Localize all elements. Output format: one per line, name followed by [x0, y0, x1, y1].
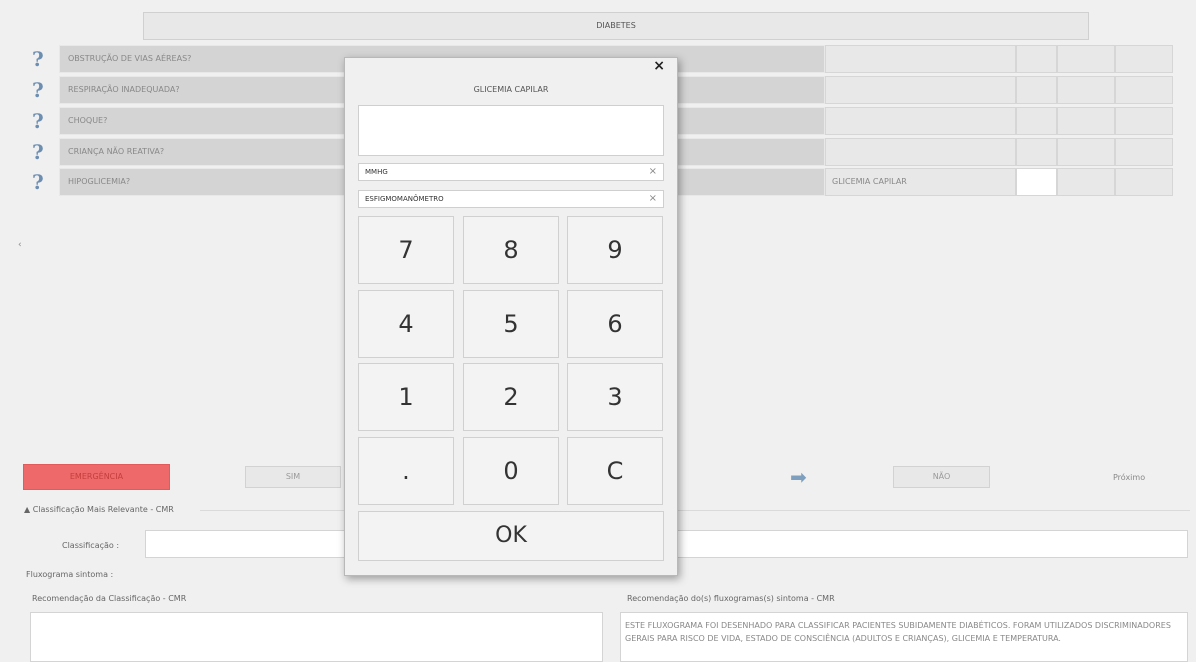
device-value: ESFIGMOMANÔMETRO — [365, 195, 444, 203]
key-decimal[interactable]: . — [358, 437, 454, 505]
key-clear[interactable]: C — [567, 437, 663, 505]
next-link[interactable]: Próximo — [1113, 473, 1145, 482]
option-cell[interactable] — [1016, 138, 1057, 166]
arrow-right-icon: ➡ — [790, 465, 807, 489]
question-icon[interactable]: ? — [32, 47, 44, 71]
rec-flux-label: Recomendação do(s) fluxogramas(s) sintom… — [627, 594, 835, 603]
flowchart-title: DIABETES — [143, 12, 1089, 40]
key-6[interactable]: 6 — [567, 290, 663, 358]
key-0[interactable]: 0 — [463, 437, 559, 505]
yes-button[interactable]: SIM — [245, 466, 341, 488]
option-cell[interactable] — [1057, 45, 1115, 73]
clear-icon[interactable]: × — [649, 164, 657, 180]
option-cell[interactable] — [1016, 168, 1057, 196]
option-cell[interactable] — [1115, 107, 1173, 135]
emergency-button[interactable]: EMERGÊNCIA — [23, 464, 170, 490]
option-cell[interactable] — [1016, 76, 1057, 104]
key-7[interactable]: 7 — [358, 216, 454, 284]
no-button[interactable]: NÃO — [893, 466, 990, 488]
option-cell[interactable] — [1057, 107, 1115, 135]
option-cell[interactable] — [1016, 107, 1057, 135]
question-icon[interactable]: ? — [32, 78, 44, 102]
key-5[interactable]: 5 — [463, 290, 559, 358]
key-9[interactable]: 9 — [567, 216, 663, 284]
unit-select[interactable]: MMHG × — [358, 163, 664, 181]
question-icon[interactable]: ? — [32, 109, 44, 133]
key-8[interactable]: 8 — [463, 216, 559, 284]
flowchart-symptom-label: Fluxograma sintoma : — [26, 570, 114, 579]
section-title: Classificação Mais Relevante - CMR — [32, 505, 174, 514]
question-icon[interactable]: ? — [32, 140, 44, 164]
key-4[interactable]: 4 — [358, 290, 454, 358]
option-cell[interactable] — [1057, 76, 1115, 104]
rec-flux-textarea[interactable]: ESTE FLUXOGRAMA FOI DESENHADO PARA CLASS… — [620, 612, 1188, 662]
rec-class-textarea[interactable] — [30, 612, 603, 662]
close-icon[interactable]: × — [653, 58, 665, 74]
result-cell[interactable]: GLICEMIA CAPILAR — [825, 168, 1016, 196]
result-cell[interactable] — [825, 76, 1016, 104]
option-cell[interactable] — [1115, 168, 1173, 196]
value-input[interactable] — [358, 105, 664, 156]
option-cell[interactable] — [1115, 45, 1173, 73]
result-cell[interactable] — [825, 107, 1016, 135]
dialog-titlebar — [345, 58, 677, 76]
key-2[interactable]: 2 — [463, 363, 559, 431]
section-header[interactable]: ▲ Classificação Mais Relevante - CMR — [24, 505, 174, 514]
question-icon[interactable]: ? — [32, 170, 44, 194]
collapse-up-icon[interactable]: ▲ — [24, 505, 30, 514]
result-cell[interactable] — [825, 45, 1016, 73]
device-select[interactable]: ESFIGMOMANÔMETRO × — [358, 190, 664, 208]
unit-value: MMHG — [365, 168, 388, 176]
key-3[interactable]: 3 — [567, 363, 663, 431]
rec-flux-text: ESTE FLUXOGRAMA FOI DESENHADO PARA CLASS… — [625, 621, 1171, 643]
dialog-title: GLICEMIA CAPILAR — [473, 85, 549, 94]
option-cell[interactable] — [1057, 138, 1115, 166]
numeric-keypad-dialog: × GLICEMIA CAPILAR MMHG × ESFIGMOMANÔMET… — [344, 57, 678, 576]
key-1[interactable]: 1 — [358, 363, 454, 431]
ok-button[interactable]: OK — [358, 511, 664, 561]
option-cell[interactable] — [1115, 138, 1173, 166]
collapse-left-icon[interactable]: ‹ — [18, 240, 22, 250]
clear-icon[interactable]: × — [649, 191, 657, 207]
option-cell[interactable] — [1115, 76, 1173, 104]
option-cell[interactable] — [1016, 45, 1057, 73]
classification-label: Classificação : — [62, 541, 120, 550]
rec-class-label: Recomendação da Classificação - CMR — [32, 594, 187, 603]
option-cell[interactable] — [1057, 168, 1115, 196]
result-cell[interactable] — [825, 138, 1016, 166]
